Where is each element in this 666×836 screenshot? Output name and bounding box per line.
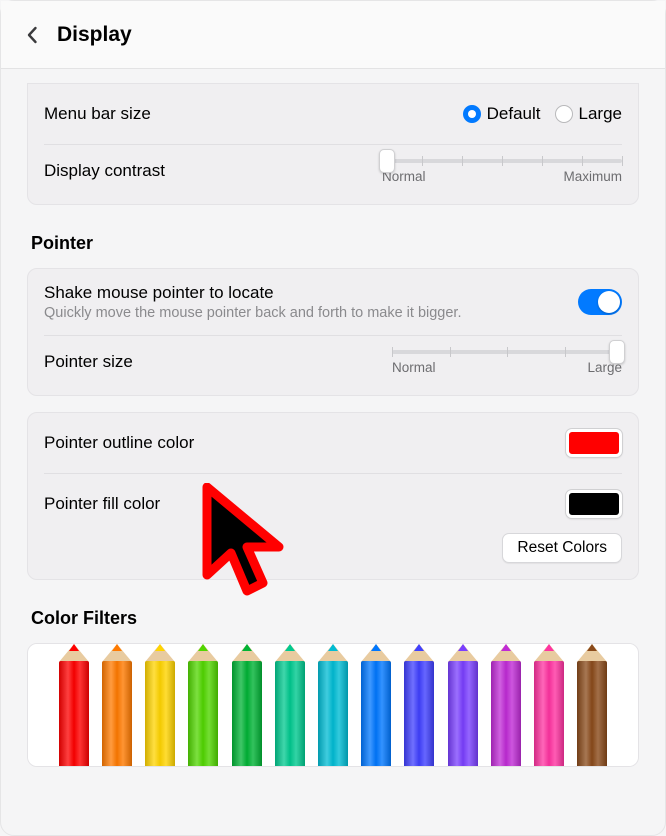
slider-min-label: Normal — [392, 360, 436, 375]
pencil-icon — [268, 644, 311, 766]
display-contrast-row: Display contrast Normal — [44, 144, 622, 204]
pointer-size-slider[interactable]: Normal Large — [392, 350, 622, 375]
menu-bar-size-row: Menu bar size Default Large — [44, 84, 622, 144]
pointer-fill-label: Pointer fill color — [44, 494, 160, 514]
shake-subtitle: Quickly move the mouse pointer back and … — [44, 305, 564, 321]
pencil-icon — [355, 644, 398, 766]
pencil-icon — [528, 644, 571, 766]
shake-to-locate-toggle[interactable] — [578, 289, 622, 315]
slider-max-label: Maximum — [563, 169, 622, 184]
shake-to-locate-row: Shake mouse pointer to locate Quickly mo… — [44, 269, 622, 335]
pencil-icon — [52, 644, 95, 766]
pencil-icon — [484, 644, 527, 766]
display-contrast-slider[interactable]: Normal Maximum — [382, 159, 622, 184]
pointer-outline-label: Pointer outline color — [44, 433, 194, 453]
pencil-icon — [138, 644, 181, 766]
radio-unchecked-icon — [555, 105, 573, 123]
reset-colors-button[interactable]: Reset Colors — [502, 533, 622, 563]
pointer-fill-color-well[interactable] — [566, 490, 622, 518]
settings-header: Display — [1, 1, 665, 69]
color-filters-pencil-preview — [28, 644, 638, 766]
back-chevron-icon[interactable] — [23, 25, 43, 45]
display-settings-card: Menu bar size Default Large Display cont… — [27, 83, 639, 205]
color-filters-heading: Color Filters — [31, 608, 639, 629]
pointer-heading: Pointer — [31, 233, 639, 254]
radio-checked-icon — [463, 105, 481, 123]
pencil-icon — [95, 644, 138, 766]
pointer-outline-color-well[interactable] — [566, 429, 622, 457]
radio-label: Default — [487, 104, 541, 124]
page-title: Display — [57, 23, 132, 47]
radio-label: Large — [579, 104, 622, 124]
pointer-size-row: Pointer size Normal Large — [44, 335, 622, 395]
pencil-icon — [182, 644, 225, 766]
pencil-icon — [571, 644, 614, 766]
pointer-size-label: Pointer size — [44, 350, 133, 372]
pointer-fill-row: Pointer fill color — [44, 473, 622, 533]
pencil-icon — [225, 644, 268, 766]
pencil-icon — [398, 644, 441, 766]
pointer-outline-row: Pointer outline color — [44, 413, 622, 473]
slider-thumb-icon[interactable] — [609, 340, 625, 364]
slider-thumb-icon[interactable] — [379, 149, 395, 173]
shake-title: Shake mouse pointer to locate — [44, 283, 564, 303]
menu-bar-size-label: Menu bar size — [44, 104, 151, 124]
pencil-icon — [311, 644, 354, 766]
menu-bar-size-large-radio[interactable]: Large — [555, 104, 622, 124]
color-filters-card — [27, 643, 639, 767]
pointer-settings-card: Shake mouse pointer to locate Quickly mo… — [27, 268, 639, 396]
pencil-icon — [441, 644, 484, 766]
display-contrast-label: Display contrast — [44, 159, 165, 181]
menu-bar-size-default-radio[interactable]: Default — [463, 104, 541, 124]
pointer-color-card: Pointer outline color Pointer fill color… — [27, 412, 639, 580]
